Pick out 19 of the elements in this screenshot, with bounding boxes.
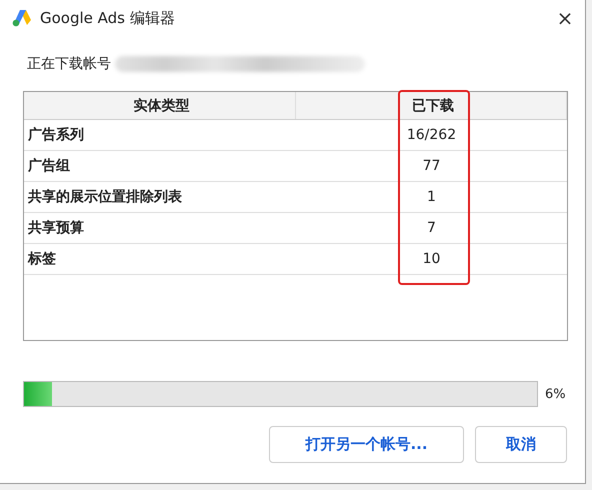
table-cell-text: 16/262	[406, 126, 458, 145]
progress-percent: 6%	[545, 386, 566, 402]
table-cell-text: 标签	[26, 250, 57, 269]
table-cell-text: 1	[426, 188, 437, 207]
status-text: 正在下载帐号	[27, 55, 111, 73]
table-cell-text: 10	[422, 250, 442, 269]
table-cell-text: 共享的展示位置排除列表	[27, 188, 183, 207]
table-cell-text: 广告组	[26, 156, 71, 176]
open-account-button[interactable]: 打开另一个帐号...	[269, 426, 464, 463]
column-header[interactable]: 已下载	[296, 92, 567, 119]
logo-icon	[12, 9, 32, 27]
table-cell-text: 共享预算	[27, 218, 85, 238]
table-cell-text: 7	[426, 219, 437, 238]
cancel-button[interactable]: 取消	[475, 426, 567, 463]
close-button[interactable]: ×	[545, 5, 585, 31]
column-header[interactable]: 实体类型	[24, 92, 296, 119]
table-cell-text: 广告系列	[26, 126, 85, 145]
window-title: Google Ads 编辑器	[40, 8, 176, 28]
table-cell-text: 77	[422, 157, 442, 176]
